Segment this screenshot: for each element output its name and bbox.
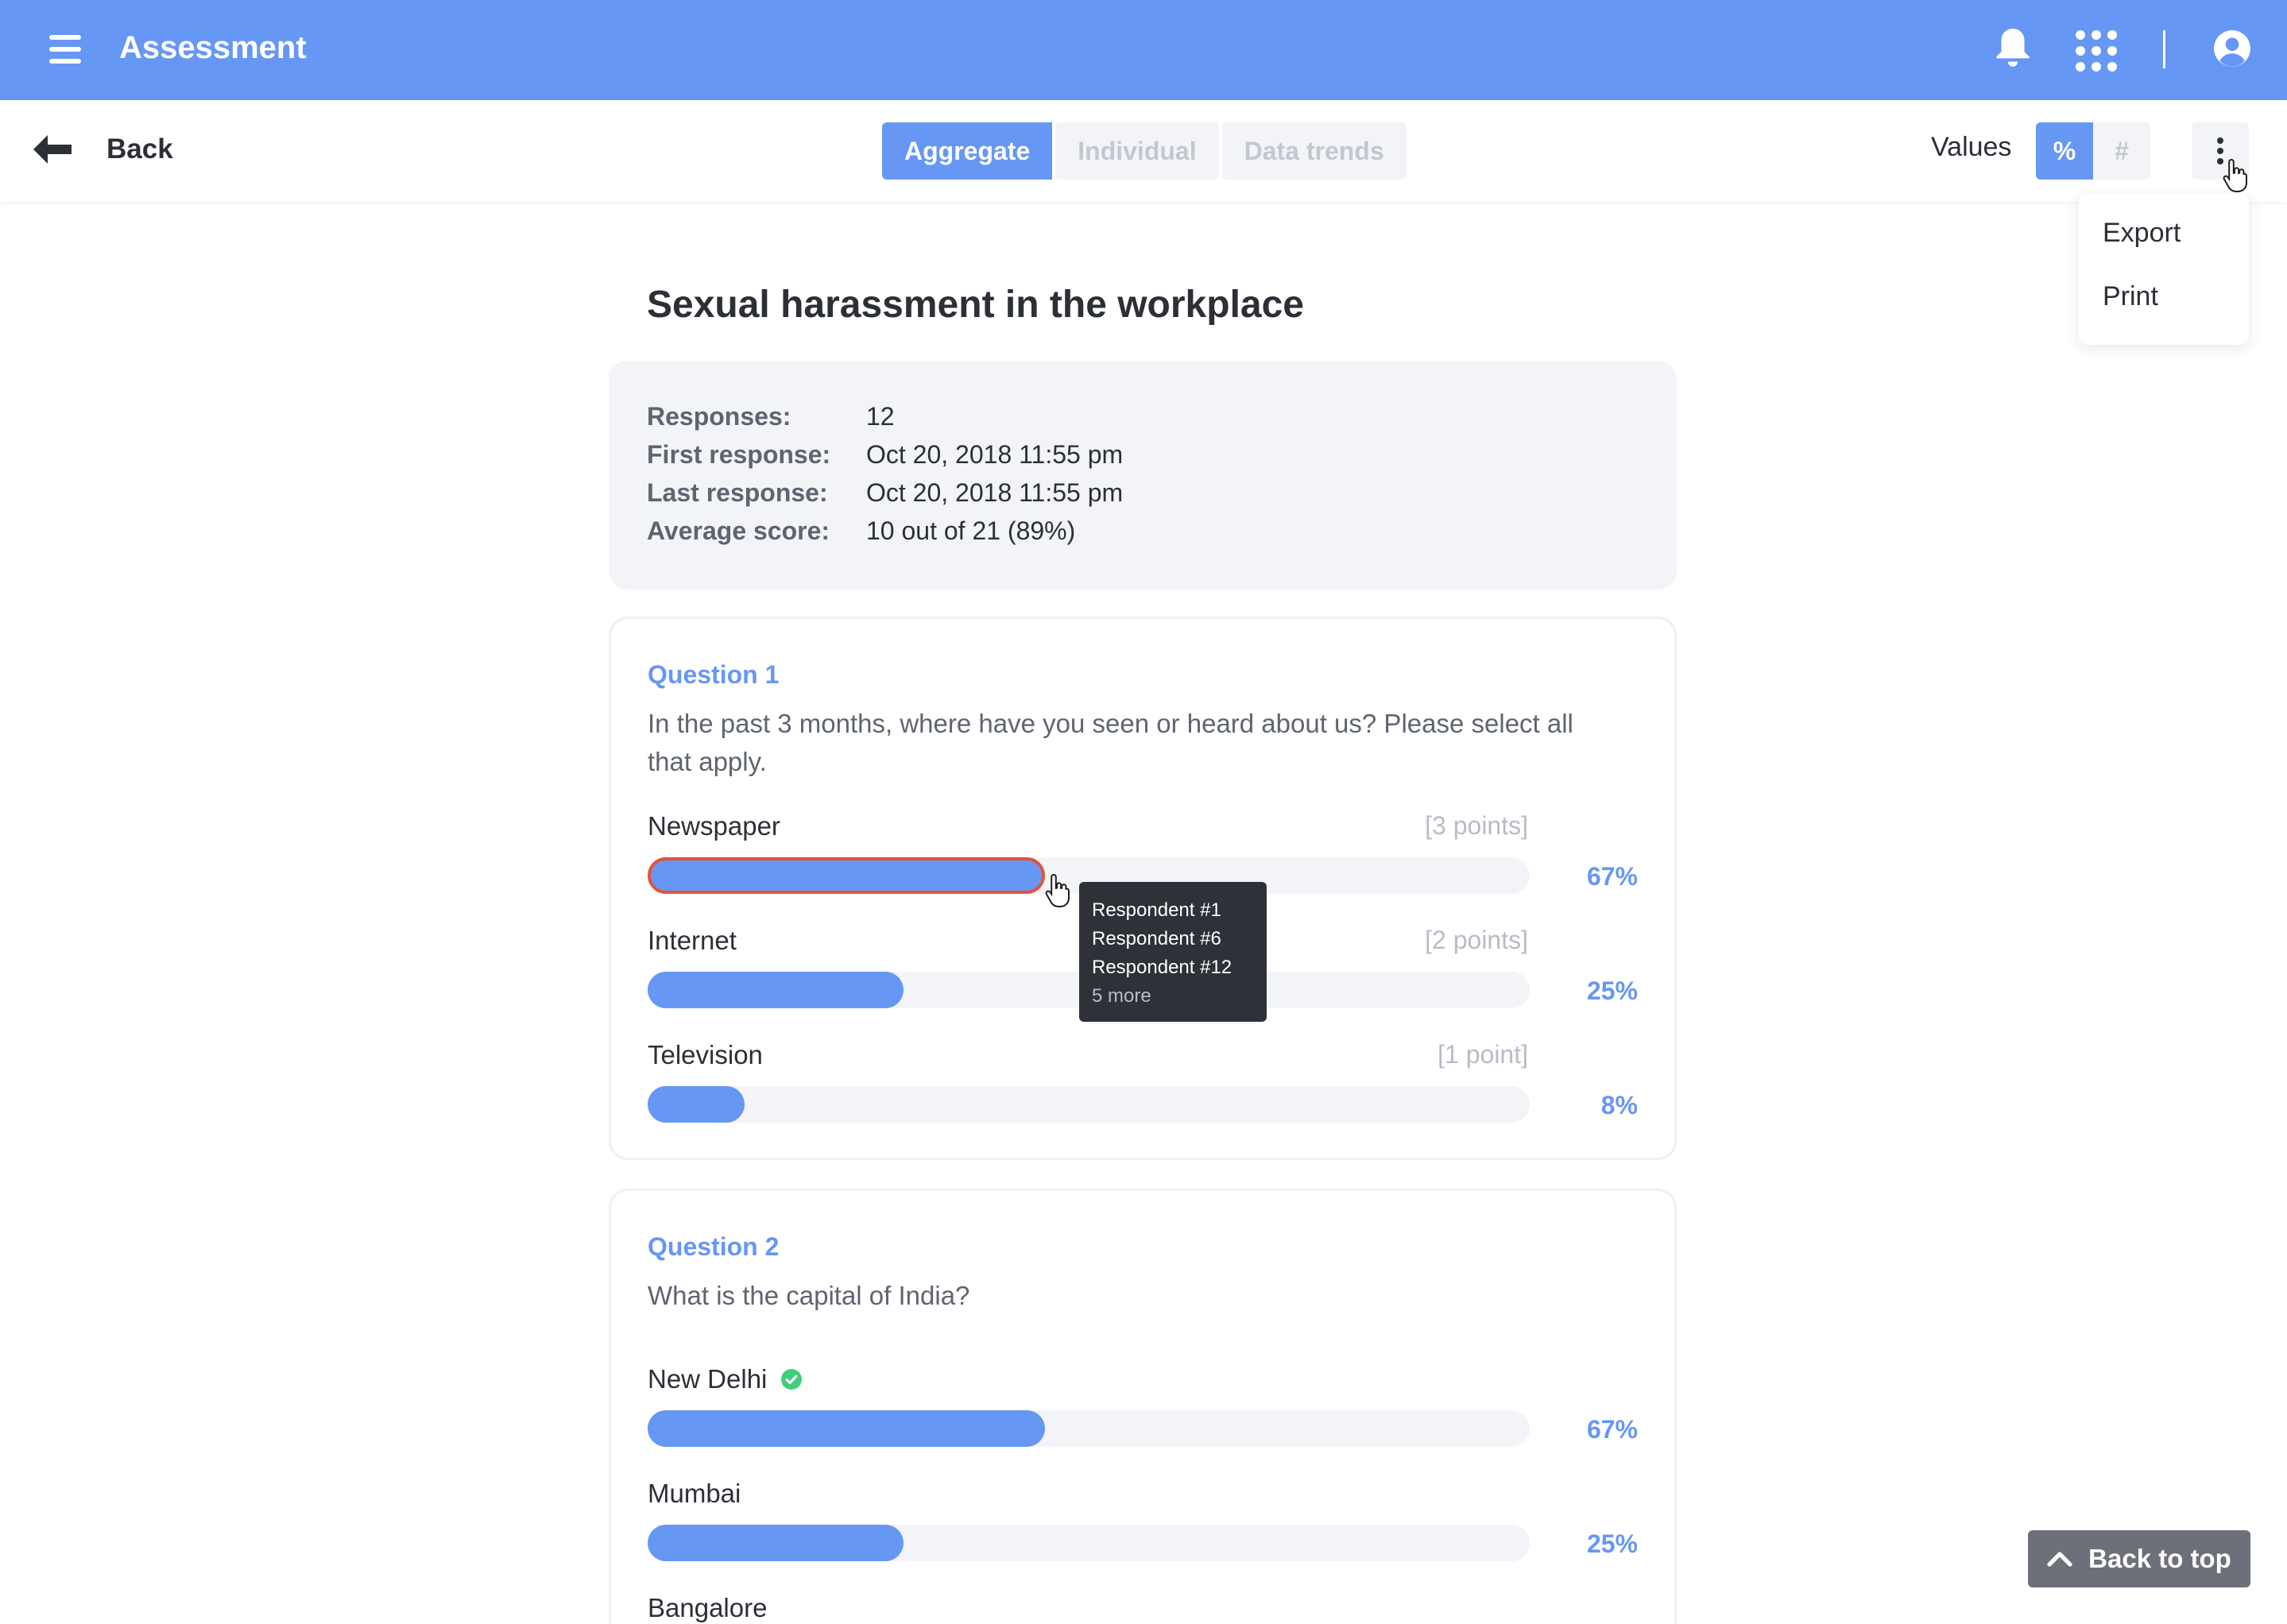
- option-label-row: New Delhi: [648, 1364, 803, 1394]
- values-label: Values: [1931, 132, 2012, 162]
- apps-grid-icon[interactable]: [2076, 30, 2117, 72]
- sub-toolbar: Back Aggregate Individual Data trends Va…: [0, 100, 2287, 202]
- back-to-top-button[interactable]: Back to top: [2028, 1530, 2250, 1587]
- option-label: New Delhi: [648, 1364, 768, 1394]
- option-bar-fill[interactable]: [648, 1525, 904, 1561]
- app-title: Assessment: [119, 30, 307, 65]
- respondents-tooltip: Respondent #1 Respondent #6 Respondent #…: [1079, 882, 1267, 1022]
- summary-key: Average score:: [647, 516, 830, 545]
- kebab-dot: [2217, 148, 2223, 154]
- tab-individual[interactable]: Individual: [1055, 122, 1219, 180]
- tooltip-line: Respondent #1: [1092, 899, 1221, 921]
- hamburger-menu-icon[interactable]: [49, 35, 81, 64]
- option-bar-track: [648, 1525, 1530, 1561]
- page-title: Sexual harassment in the workplace: [647, 284, 1304, 326]
- app-bar: Assessment: [0, 0, 2287, 100]
- option-bar-fill[interactable]: [648, 857, 1045, 894]
- bell-icon[interactable]: [1993, 25, 2033, 72]
- hand-cursor-icon: [1045, 873, 1070, 907]
- summary-row: Responses: 12: [647, 402, 895, 431]
- summary-key: Responses:: [647, 402, 791, 431]
- tooltip-line: Respondent #6: [1092, 928, 1221, 949]
- count-toggle-button[interactable]: #: [2093, 122, 2150, 180]
- option-percent: 67%: [1586, 1415, 1638, 1444]
- question-text: In the past 3 months, where have you see…: [648, 709, 1573, 776]
- option-bar-fill[interactable]: [648, 1086, 745, 1123]
- back-to-top-label: Back to top: [2088, 1544, 2231, 1573]
- header-divider: [2163, 30, 2165, 68]
- menu-item-export[interactable]: Export: [2103, 218, 2181, 249]
- question-label: Question 1: [648, 660, 780, 689]
- summary-value: Oct 20, 2018 11:55 pm: [866, 440, 1124, 469]
- correct-check-icon: [781, 1369, 803, 1390]
- summary-key: First response:: [647, 440, 831, 469]
- tab-data-trends[interactable]: Data trends: [1221, 122, 1407, 180]
- option-label: Internet: [648, 926, 737, 955]
- summary-value: 12: [866, 402, 895, 431]
- question-card: Question 2 What is the capital of India?…: [609, 1189, 1677, 1624]
- summary-value: Oct 20, 2018 11:55 pm: [866, 478, 1124, 507]
- option-percent: 25%: [1586, 976, 1638, 1005]
- chevron-up-icon: [2047, 1552, 2072, 1567]
- summary-row: Average score: 10 out of 21 (89%): [647, 516, 1075, 546]
- summary-panel: Responses: 12 First response: Oct 20, 2018…: [609, 361, 1677, 590]
- hand-cursor-icon: [2223, 158, 2247, 192]
- summary-row: Last response: Oct 20, 2018 11:55 pm: [647, 478, 1123, 508]
- option-label: Newspaper: [648, 811, 780, 841]
- option-percent: 25%: [1586, 1529, 1638, 1558]
- option-percent: 67%: [1586, 862, 1638, 891]
- summary-key: Last response:: [647, 478, 828, 507]
- menu-item-print[interactable]: Print: [2103, 281, 2158, 312]
- option-label: Mumbai: [648, 1479, 741, 1508]
- summary-row: First response: Oct 20, 2018 11:55 pm: [647, 440, 1123, 470]
- kebab-dot: [2217, 137, 2223, 144]
- values-toggle: % #: [2036, 122, 2150, 180]
- option-bar-fill[interactable]: [648, 1410, 1045, 1447]
- option-points: [2 points]: [1425, 926, 1528, 954]
- option-label: Bangalore: [648, 1593, 768, 1622]
- option-bar-fill[interactable]: [648, 972, 904, 1008]
- more-options-menu: Export Print: [2079, 194, 2249, 345]
- user-avatar-icon[interactable]: [2212, 29, 2252, 68]
- percent-toggle-button[interactable]: %: [2036, 122, 2093, 180]
- back-button[interactable]: Back: [32, 129, 173, 170]
- option-points: [3 points]: [1425, 811, 1528, 840]
- view-tabs: Aggregate Individual Data trends: [882, 122, 1410, 180]
- summary-value: 10 out of 21 (89%): [866, 516, 1076, 545]
- option-bar-track: [648, 1410, 1530, 1447]
- option-bar-track: [648, 1086, 1530, 1123]
- back-label: Back: [106, 133, 173, 164]
- question-text: What is the capital of India?: [648, 1281, 970, 1310]
- tab-aggregate[interactable]: Aggregate: [882, 122, 1053, 180]
- option-percent: 8%: [1600, 1091, 1638, 1119]
- tooltip-more[interactable]: 5 more: [1092, 982, 1254, 1011]
- option-label: Television: [648, 1040, 763, 1069]
- arrow-left-icon: [33, 135, 72, 164]
- question-label: Question 2: [648, 1232, 780, 1261]
- option-points: [1 point]: [1438, 1040, 1528, 1069]
- tooltip-line: Respondent #12: [1092, 957, 1233, 978]
